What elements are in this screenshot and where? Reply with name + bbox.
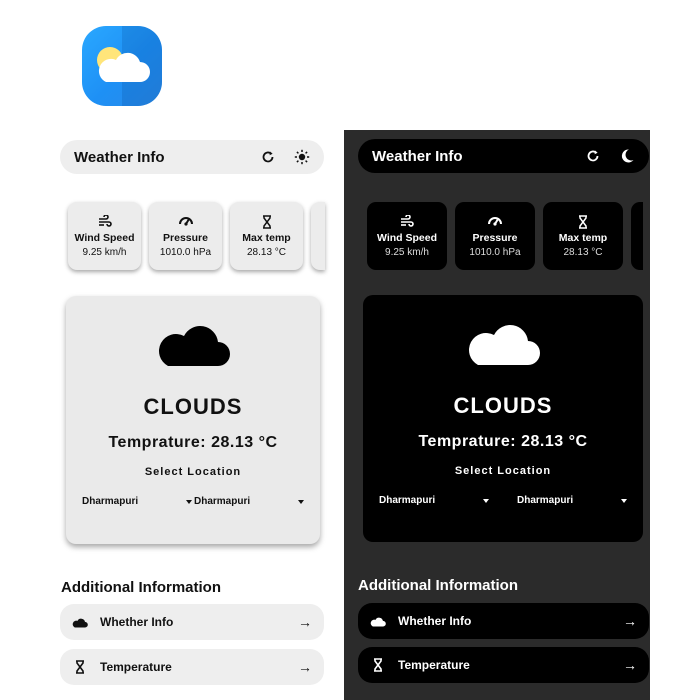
refresh-icon[interactable] xyxy=(585,148,601,164)
app-title: Weather Info xyxy=(74,148,165,166)
app-title: Weather Info xyxy=(372,147,463,165)
location-dropdown-1[interactable]: Dharmapuri xyxy=(82,496,192,507)
caret-down-icon xyxy=(298,499,304,504)
pressure-icon xyxy=(488,216,502,226)
row-temperature[interactable]: Temperature → xyxy=(358,647,649,683)
dropdown-value: Dharmapuri xyxy=(82,496,139,507)
temperature-text: Temprature: 28.13 °C xyxy=(418,433,588,450)
stat-card-partial[interactable] xyxy=(631,202,643,270)
cloud-icon xyxy=(159,326,230,366)
dropdown-value: Dharmapuri xyxy=(517,495,574,506)
row-label: Whether Info xyxy=(398,614,472,628)
weather-card: CLOUDS Temprature: 28.13 °C Select Locat… xyxy=(363,295,643,542)
select-location-label: Select Location xyxy=(144,466,242,478)
moon-icon[interactable] xyxy=(619,148,635,164)
location-dropdowns: Dharmapuri Dharmapuri xyxy=(363,495,643,506)
location-dropdowns: Dharmapuri Dharmapuri xyxy=(66,496,320,507)
stat-card-max-temp[interactable]: Max temp 28.13 °C xyxy=(543,202,623,270)
stat-label: Max temp xyxy=(558,231,608,244)
stat-card-wind[interactable]: Wind Speed 9.25 km/h xyxy=(367,202,447,270)
stat-value: 9.25 km/h xyxy=(82,246,127,258)
stat-card-pressure[interactable]: Pressure 1010.0 hPa xyxy=(149,202,222,270)
cloud-icon xyxy=(370,614,386,628)
hourglass-icon xyxy=(579,214,587,229)
weather-condition: CLOUDS xyxy=(453,393,553,418)
stats-row: Wind Speed 9.25 km/h Pressure 1010.0 hPa… xyxy=(367,202,643,270)
weather-app-icon[interactable] xyxy=(82,26,162,106)
dropdown-value: Dharmapuri xyxy=(194,496,251,507)
row-label: Whether Info xyxy=(100,615,174,629)
arrow-right-icon: → xyxy=(623,657,637,673)
app-bar: Weather Info xyxy=(60,140,324,174)
wind-icon xyxy=(401,214,414,227)
stat-value: 9.25 km/h xyxy=(385,246,429,258)
refresh-icon[interactable] xyxy=(260,149,276,165)
caret-down-icon xyxy=(483,498,489,503)
row-label: Temperature xyxy=(100,660,172,674)
hourglass-icon xyxy=(370,658,386,672)
stat-label: Pressure xyxy=(472,231,518,244)
wind-icon xyxy=(98,214,112,227)
caret-down-icon xyxy=(621,498,627,503)
weather-condition: CLOUDS xyxy=(143,394,243,419)
stat-value: 28.13 °C xyxy=(563,246,603,258)
weather-card: CLOUDS Temprature: 28.13 °C Select Locat… xyxy=(66,296,320,544)
hourglass-icon xyxy=(72,660,88,674)
sun-cloud-icon xyxy=(97,47,150,82)
stat-label: Wind Speed xyxy=(377,231,437,244)
cloud-icon xyxy=(469,325,540,365)
arrow-right-icon: → xyxy=(298,614,312,630)
arrow-right-icon: → xyxy=(298,659,312,675)
stats-row: Wind Speed 9.25 km/h Pressure 1010.0 hPa… xyxy=(68,202,325,270)
stat-card-partial[interactable] xyxy=(311,202,325,270)
location-dropdown-1[interactable]: Dharmapuri xyxy=(379,495,489,506)
cloud-icon xyxy=(72,615,88,629)
select-location-label: Select Location xyxy=(454,465,552,477)
dark-theme-screen: Weather Info Wind Speed 9.25 km/h Pressu… xyxy=(344,130,650,700)
stat-card-pressure[interactable]: Pressure 1010.0 hPa xyxy=(455,202,535,270)
hourglass-icon xyxy=(262,214,271,229)
pressure-icon xyxy=(178,216,193,226)
stat-card-max-temp[interactable]: Max temp 28.13 °C xyxy=(230,202,303,270)
caret-down-icon xyxy=(186,499,192,504)
stat-label: Pressure xyxy=(163,231,208,244)
stat-label: Wind Speed xyxy=(74,231,135,244)
arrow-right-icon: → xyxy=(623,613,637,629)
dropdown-value: Dharmapuri xyxy=(379,495,436,506)
temperature-text: Temprature: 28.13 °C xyxy=(108,434,278,451)
location-dropdown-2[interactable]: Dharmapuri xyxy=(194,496,304,507)
stat-label: Max temp xyxy=(242,231,291,244)
screenshot-composite: Weather Info Wind Speed 9.25 km/h Pressu… xyxy=(0,0,700,700)
location-dropdown-2[interactable]: Dharmapuri xyxy=(517,495,627,506)
row-whether-info[interactable]: Whether Info → xyxy=(358,603,649,639)
light-theme-screen: Weather Info Wind Speed 9.25 km/h Pressu… xyxy=(44,130,350,700)
row-label: Temperature xyxy=(398,658,470,672)
stat-value: 28.13 °C xyxy=(246,246,287,258)
stat-value: 1010.0 hPa xyxy=(469,246,521,258)
stat-card-wind[interactable]: Wind Speed 9.25 km/h xyxy=(68,202,141,270)
app-bar: Weather Info xyxy=(358,139,649,173)
sun-icon[interactable] xyxy=(294,149,310,165)
stat-value: 1010.0 hPa xyxy=(159,246,212,258)
row-temperature[interactable]: Temperature → xyxy=(60,649,324,685)
additional-info-heading: Additional Information xyxy=(358,577,518,594)
row-whether-info[interactable]: Whether Info → xyxy=(60,604,324,640)
additional-info-heading: Additional Information xyxy=(61,579,221,596)
